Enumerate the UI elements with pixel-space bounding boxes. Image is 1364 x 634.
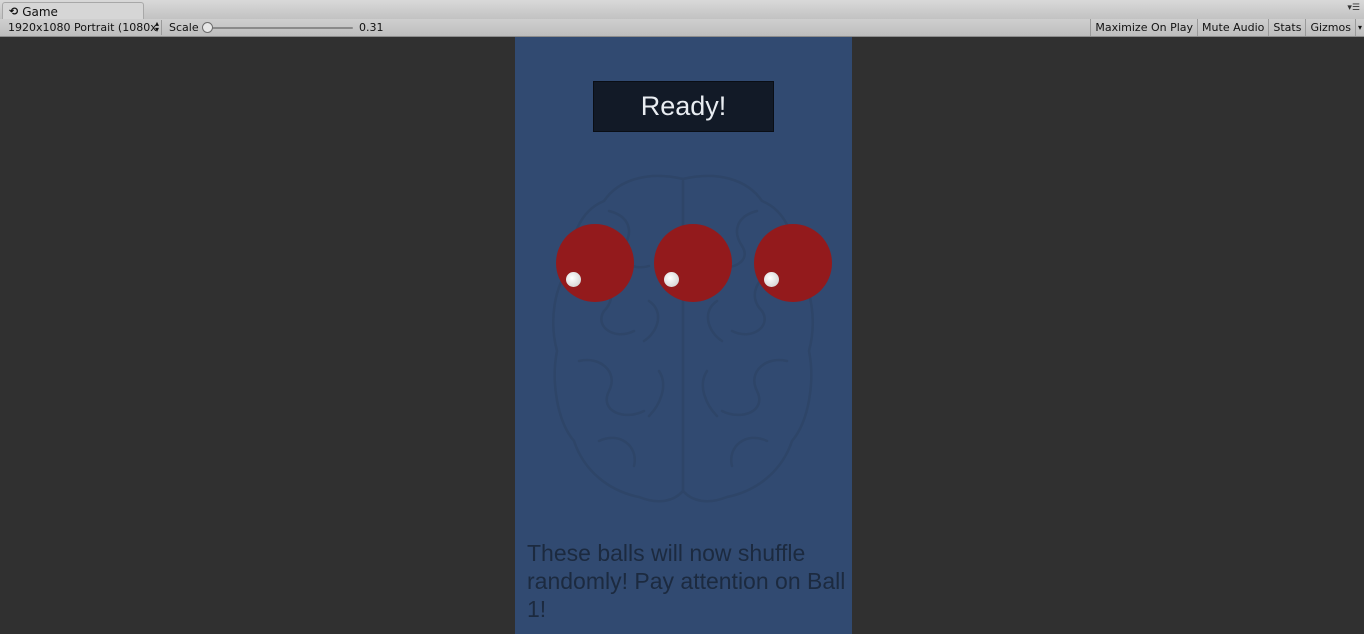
updown-arrows-icon: ▴ ▾	[154, 20, 159, 34]
stats-button[interactable]: Stats	[1268, 19, 1305, 36]
ball-highlight	[664, 272, 679, 287]
game-canvas: Ready! These balls will now shuffle rand…	[515, 37, 852, 634]
gizmos-button[interactable]: Gizmos	[1305, 19, 1355, 36]
mute-audio-button[interactable]: Mute Audio	[1197, 19, 1268, 36]
scale-slider[interactable]	[206, 27, 353, 29]
resolution-dropdown[interactable]: 1920x1080 Portrait (1080x ▴ ▾	[2, 20, 162, 35]
brain-watermark-icon	[552, 174, 814, 503]
tab-game-label: Game	[22, 4, 58, 19]
ready-button[interactable]: Ready!	[593, 81, 774, 132]
ball-1[interactable]	[556, 224, 634, 302]
toolbar-right-group: Maximize On Play Mute Audio Stats Gizmos…	[1090, 19, 1364, 36]
tab-game[interactable]: ⟲ Game	[2, 2, 144, 20]
ball-highlight	[566, 272, 581, 287]
scale-slider-thumb[interactable]	[202, 22, 213, 33]
window-tab-bar: ⟲ Game ▾☰	[0, 0, 1364, 20]
resolution-label: 1920x1080 Portrait (1080x	[8, 21, 157, 34]
gizmos-dropdown-icon[interactable]: ▾	[1354, 19, 1364, 36]
ball-2[interactable]	[654, 224, 732, 302]
maximize-on-play-button[interactable]: Maximize On Play	[1090, 19, 1197, 36]
tab-menu-icon[interactable]: ▾☰	[1347, 4, 1360, 13]
scale-label: Scale	[169, 21, 199, 34]
instruction-text: These balls will now shuffle randomly! P…	[527, 540, 846, 622]
ball-highlight	[764, 272, 779, 287]
ball-3[interactable]	[754, 224, 832, 302]
unity-icon: ⟲	[9, 5, 19, 18]
game-toolbar: 1920x1080 Portrait (1080x ▴ ▾ Scale 0.31 …	[0, 19, 1364, 37]
scale-value: 0.31	[359, 21, 384, 34]
